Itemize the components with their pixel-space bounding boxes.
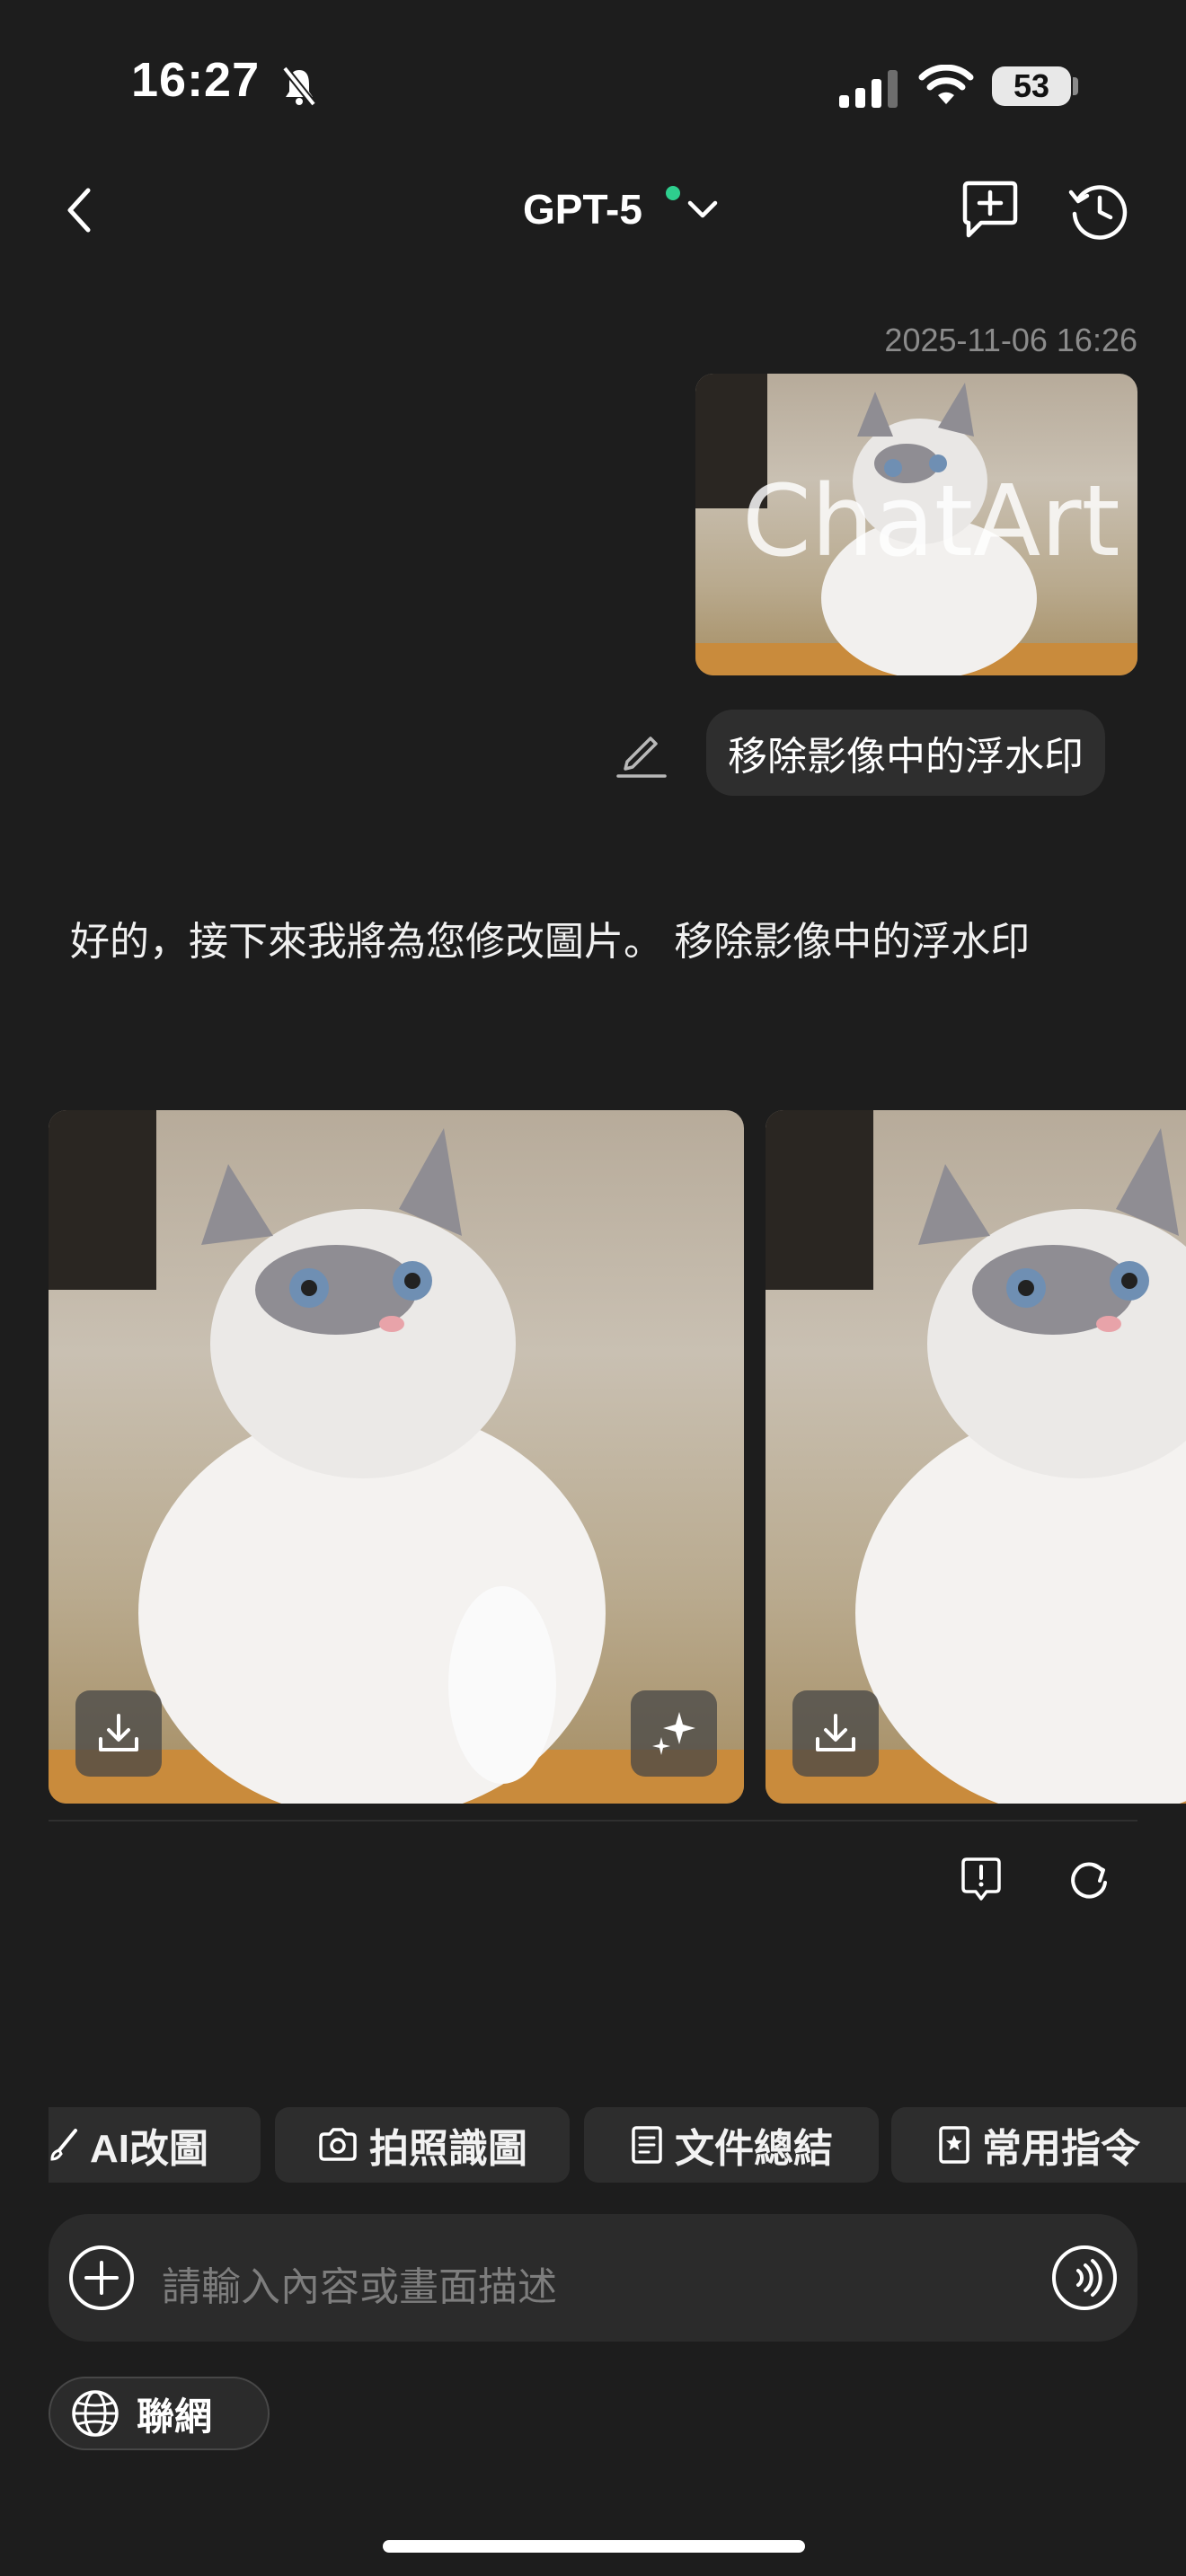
- quick-action-label: 常用指令: [982, 2127, 1140, 2171]
- quick-action-label: AI改圖: [90, 2127, 208, 2171]
- enhance-button[interactable]: [631, 1690, 717, 1777]
- assistant-reply: 好的，接下來我將為您修改圖片。 移除影像中的浮水印: [70, 920, 1031, 964]
- web-search-label: 聯網: [137, 2395, 213, 2438]
- bell-muted-icon: [281, 66, 317, 107]
- battery-cap: [1073, 77, 1078, 95]
- sparkle-icon: [652, 1712, 695, 1755]
- edit-pencil-icon[interactable]: [615, 726, 668, 780]
- cellular-signal-icon: [839, 70, 898, 108]
- history-icon[interactable]: [1067, 180, 1130, 243]
- result-image-1[interactable]: [49, 1110, 744, 1804]
- voice-input-icon[interactable]: [1051, 2245, 1118, 2311]
- online-status-dot: [666, 186, 680, 200]
- download-icon: [816, 1714, 855, 1751]
- report-icon[interactable]: [958, 1856, 1005, 1902]
- status-time: 16:27: [131, 53, 261, 107]
- chevron-down-icon[interactable]: [686, 199, 719, 221]
- add-attachment-icon[interactable]: [68, 2245, 135, 2311]
- message-divider: [49, 1820, 1137, 1822]
- brush-icon: [50, 2129, 77, 2161]
- result-image-2[interactable]: [766, 1110, 1186, 1804]
- star-note-icon: [939, 2126, 969, 2164]
- new-chat-icon[interactable]: [960, 180, 1021, 241]
- download-button[interactable]: [792, 1690, 879, 1777]
- quick-action-document-summary[interactable]: 文件總結: [584, 2107, 879, 2183]
- watermark-text: ChatArt: [742, 463, 1120, 578]
- home-indicator: [383, 2540, 805, 2553]
- download-button[interactable]: [75, 1690, 162, 1777]
- model-title[interactable]: GPT-5: [523, 185, 642, 234]
- back-icon[interactable]: [63, 187, 99, 234]
- battery-indicator: 53: [992, 66, 1071, 106]
- document-icon: [632, 2126, 662, 2164]
- quick-action-ai-edit[interactable]: AI改圖: [49, 2107, 261, 2183]
- globe-icon: [72, 2390, 119, 2437]
- camera-icon: [319, 2128, 357, 2161]
- wifi-icon: [918, 65, 974, 104]
- quick-action-photo-recognition[interactable]: 拍照識圖: [275, 2107, 570, 2183]
- quick-action-common-commands[interactable]: 常用指令: [891, 2107, 1186, 2183]
- message-timestamp: 2025-11-06 16:26: [884, 322, 1137, 358]
- quick-action-label: 文件總結: [675, 2127, 833, 2171]
- regenerate-icon[interactable]: [1066, 1856, 1112, 1902]
- download-icon: [99, 1714, 138, 1751]
- uploaded-image[interactable]: ChatArt: [695, 374, 1137, 675]
- quick-action-label: 拍照識圖: [369, 2127, 527, 2171]
- web-search-toggle[interactable]: 聯網: [49, 2377, 270, 2450]
- message-input-placeholder[interactable]: 請輸入內容或畫面描述: [162, 2254, 557, 2312]
- user-message-bubble: 移除影像中的浮水印: [706, 710, 1105, 796]
